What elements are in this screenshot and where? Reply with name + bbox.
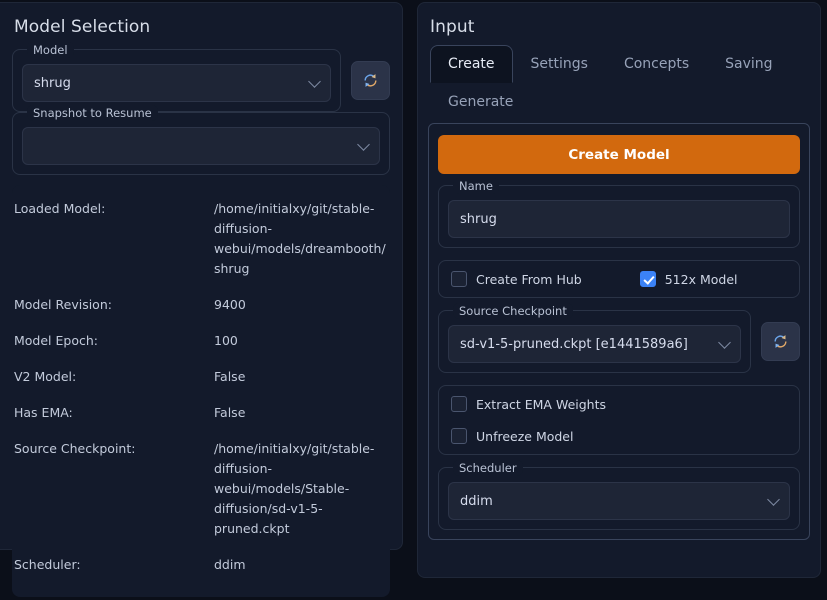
info-value: /home/initialxy/git/stable-diffusion-web… xyxy=(214,201,386,276)
model-options-group: Extract EMA Weights Unfreeze Model xyxy=(438,385,800,455)
check-row: Unfreeze Model xyxy=(451,428,787,444)
page-title: Model Selection xyxy=(14,17,151,37)
refresh-checkpoints-button[interactable] xyxy=(761,322,800,361)
chevron-down-icon xyxy=(767,493,780,506)
name-input[interactable]: shrug xyxy=(448,200,790,238)
snapshot-group: Snapshot to Resume xyxy=(12,105,390,175)
tab-saving[interactable]: Saving xyxy=(707,45,790,83)
refresh-icon xyxy=(364,74,377,87)
input-panel: Input Create Settings Concepts Saving Ge… xyxy=(417,2,821,578)
info-row: Model Epoch: 100 xyxy=(12,323,390,359)
source-checkpoint-value: sd-v1-5-pruned.ckpt [e1441589a6] xyxy=(460,336,688,352)
model-selection-panel: Model Selection Model shrug Snapshot to xyxy=(0,2,403,597)
info-value: False xyxy=(214,369,246,384)
info-row: V2 Model: False xyxy=(12,359,390,395)
info-row: Source Checkpoint: /home/initialxy/git/s… xyxy=(12,431,390,547)
info-value: 100 xyxy=(214,333,238,348)
hub-options-group: Create From Hub 512x Model xyxy=(438,260,800,298)
model-group-label: Model xyxy=(27,42,74,58)
chevron-down-icon xyxy=(308,75,321,88)
refresh-models-button[interactable] xyxy=(351,61,390,100)
checkbox-icon xyxy=(451,428,467,444)
tab-bar: Create Settings Concepts Saving Generate xyxy=(430,45,810,121)
name-input-value: shrug xyxy=(460,211,497,227)
info-row: Loaded Model: /home/initialxy/git/stable… xyxy=(12,191,390,287)
tab-create[interactable]: Create xyxy=(430,45,513,83)
app-root: Model Selection Model shrug Snapshot to xyxy=(0,0,827,600)
info-key: Has EMA: xyxy=(14,405,73,420)
source-checkpoint-label: Source Checkpoint xyxy=(453,303,573,319)
scheduler-group-label: Scheduler xyxy=(453,460,523,476)
source-checkpoint-row: Source Checkpoint sd-v1-5-pruned.ckpt [e… xyxy=(438,303,800,373)
snapshot-group-label: Snapshot to Resume xyxy=(27,105,158,121)
info-key: Scheduler: xyxy=(14,557,81,572)
model-info-list: Loaded Model: /home/initialxy/git/stable… xyxy=(12,185,390,597)
extract-ema-weights-label: Extract EMA Weights xyxy=(476,396,607,412)
source-checkpoint-group: Source Checkpoint sd-v1-5-pruned.ckpt [e… xyxy=(438,303,751,373)
snapshot-select[interactable] xyxy=(22,127,380,165)
chevron-down-icon xyxy=(718,336,731,349)
scheduler-select[interactable]: ddim xyxy=(448,482,790,520)
tab-concepts[interactable]: Concepts xyxy=(606,45,707,83)
model-select-row: Model shrug xyxy=(12,42,390,112)
info-key: Model Epoch: xyxy=(14,333,98,348)
tab-settings[interactable]: Settings xyxy=(513,45,606,83)
chevron-down-icon xyxy=(357,138,370,151)
model-select-value: shrug xyxy=(34,75,71,91)
extract-ema-weights-checkbox[interactable]: Extract EMA Weights xyxy=(451,396,606,412)
scheduler-select-value: ddim xyxy=(460,493,493,509)
create-model-button[interactable]: Create Model xyxy=(438,135,800,174)
info-key: Model Revision: xyxy=(14,297,112,312)
tab-generate[interactable]: Generate xyxy=(430,83,531,121)
512x-model-label: 512x Model xyxy=(664,271,738,287)
checkbox-icon xyxy=(451,271,467,287)
create-from-hub-checkbox[interactable]: Create From Hub xyxy=(451,271,582,287)
unfreeze-model-label: Unfreeze Model xyxy=(476,428,574,444)
info-row: Has EMA: False xyxy=(12,395,390,431)
info-value: 9400 xyxy=(214,297,246,312)
checkbox-icon xyxy=(451,396,467,412)
info-key: V2 Model: xyxy=(14,369,77,384)
create-from-hub-label: Create From Hub xyxy=(476,271,582,287)
info-value: /home/initialxy/git/stable-diffusion-web… xyxy=(214,441,375,536)
model-group: Model shrug xyxy=(12,42,341,112)
512x-model-checkbox[interactable]: 512x Model xyxy=(639,271,738,287)
refresh-icon xyxy=(774,335,787,348)
create-tab-panel: Create Model Name shrug Create From Hub … xyxy=(428,123,810,540)
info-row: Scheduler: ddim xyxy=(12,547,390,583)
info-key: Source Checkpoint: xyxy=(14,441,136,456)
info-value: ddim xyxy=(214,557,246,572)
info-key: Loaded Model: xyxy=(14,201,106,216)
source-checkpoint-select[interactable]: sd-v1-5-pruned.ckpt [e1441589a6] xyxy=(448,325,741,363)
check-row: Extract EMA Weights xyxy=(451,396,787,412)
scheduler-group: Scheduler ddim xyxy=(438,460,800,530)
input-panel-title: Input xyxy=(430,17,475,37)
unfreeze-model-checkbox[interactable]: Unfreeze Model xyxy=(451,428,573,444)
name-group-label: Name xyxy=(453,178,499,194)
info-row: Model Revision: 9400 xyxy=(12,287,390,323)
info-value: False xyxy=(214,405,246,420)
check-row: Create From Hub 512x Model xyxy=(451,271,787,287)
name-group: Name shrug xyxy=(438,178,800,248)
model-select[interactable]: shrug xyxy=(22,64,331,102)
checkbox-checked-icon xyxy=(639,271,656,287)
